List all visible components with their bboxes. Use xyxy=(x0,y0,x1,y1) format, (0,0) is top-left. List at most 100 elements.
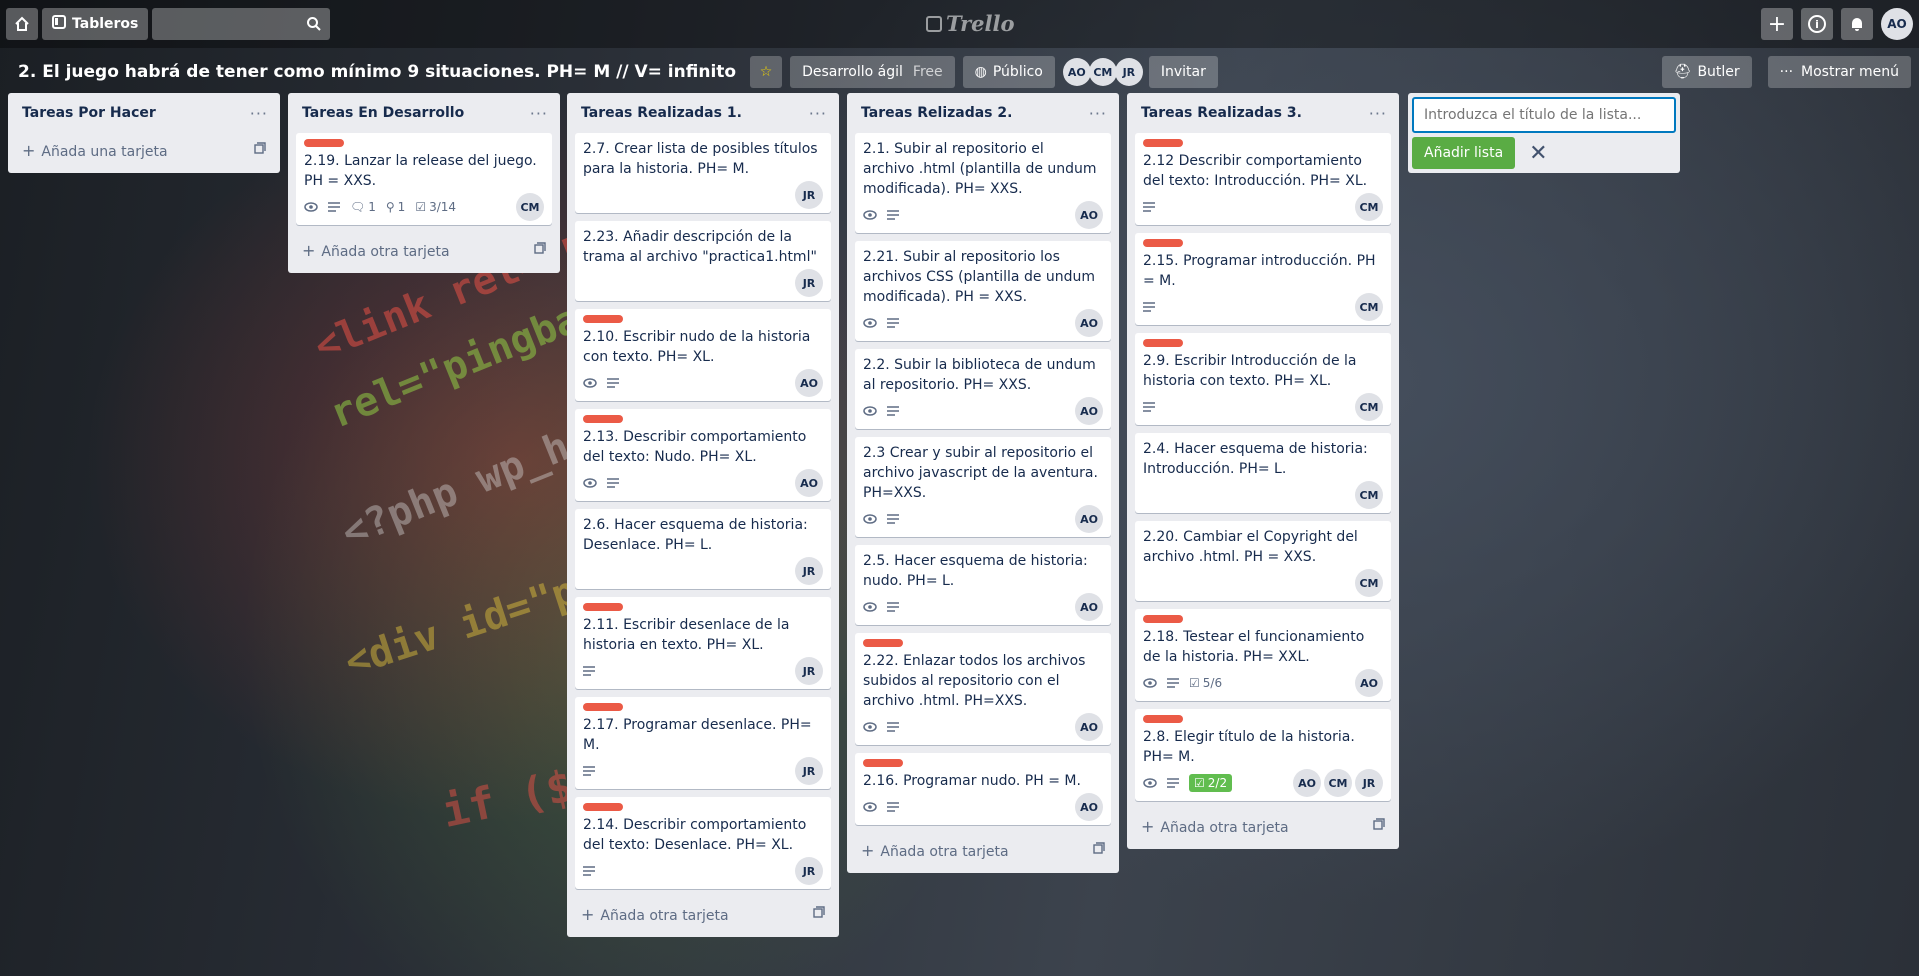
member-avatar[interactable]: JR xyxy=(795,269,823,297)
add-list-button[interactable]: Añadir lista xyxy=(1412,137,1516,169)
member-avatar[interactable]: AO xyxy=(1075,309,1103,337)
trello-logo[interactable]: Trello xyxy=(926,11,1015,36)
member-avatar[interactable]: CM xyxy=(1355,481,1383,509)
member-avatar[interactable]: AO xyxy=(1075,593,1103,621)
member-avatar[interactable]: JR xyxy=(795,557,823,585)
card[interactable]: 2.4. Hacer esquema de historia: Introduc… xyxy=(1135,433,1391,513)
search-input[interactable] xyxy=(152,8,331,40)
add-card-button[interactable]: + Añada una tarjeta xyxy=(16,133,272,167)
team-button[interactable]: Desarrollo ágil Free xyxy=(790,56,955,88)
member-avatar[interactable]: AO xyxy=(1075,793,1103,821)
add-card-button[interactable]: + Añada otra tarjeta xyxy=(855,833,1111,867)
butler-button[interactable]: ⛑ Butler xyxy=(1661,56,1752,88)
card-label[interactable] xyxy=(583,803,623,811)
card[interactable]: 2.13. Describir comportamiento del texto… xyxy=(575,409,831,501)
card[interactable]: 2.19. Lanzar la release del juego. PH = … xyxy=(296,133,552,225)
member-avatar[interactable]: JR xyxy=(795,757,823,785)
card[interactable]: 2.12 Describir comportamiento del texto:… xyxy=(1135,133,1391,225)
add-card-button[interactable]: + Añada otra tarjeta xyxy=(575,897,831,931)
more-icon[interactable]: ··· xyxy=(809,104,827,123)
close-icon[interactable]: ✕ xyxy=(1529,141,1547,166)
template-icon[interactable] xyxy=(1373,818,1385,834)
card-label[interactable] xyxy=(1143,139,1183,147)
member-avatar[interactable]: CM xyxy=(1355,293,1383,321)
home-button[interactable] xyxy=(6,8,38,40)
list-title[interactable]: Tareas Por Hacer xyxy=(22,105,156,121)
card[interactable]: 2.18. Testear el funcionamiento de la hi… xyxy=(1135,609,1391,701)
member-avatar[interactable]: CM xyxy=(1355,569,1383,597)
member-avatar[interactable]: JR xyxy=(795,181,823,209)
card-label[interactable] xyxy=(583,315,623,323)
member-avatar[interactable]: CM xyxy=(1088,58,1117,86)
member-avatar[interactable]: AO xyxy=(1293,769,1321,797)
add-card-button[interactable]: + Añada otra tarjeta xyxy=(296,233,552,267)
card[interactable]: 2.16. Programar nudo. PH = M. AO xyxy=(855,753,1111,825)
member-avatar[interactable]: CM xyxy=(1355,193,1383,221)
card-label[interactable] xyxy=(863,759,903,767)
board-title[interactable]: 2. El juego habrá de tener como mínimo 9… xyxy=(18,62,736,82)
list-title[interactable]: Tareas En Desarrollo xyxy=(302,105,464,121)
card[interactable]: 2.1. Subir al repositorio el archivo .ht… xyxy=(855,133,1111,233)
card-label[interactable] xyxy=(1143,339,1183,347)
invite-button[interactable]: Invitar xyxy=(1148,56,1218,88)
card-label[interactable] xyxy=(583,703,623,711)
card[interactable]: 2.14. Describir comportamiento del texto… xyxy=(575,797,831,889)
member-avatar[interactable]: JR xyxy=(1355,769,1383,797)
more-icon[interactable]: ··· xyxy=(250,104,268,123)
card-label[interactable] xyxy=(304,139,344,147)
member-avatar[interactable]: AO xyxy=(1075,713,1103,741)
star-button[interactable]: ☆ xyxy=(750,56,783,88)
card-label[interactable] xyxy=(1143,715,1183,723)
template-icon[interactable] xyxy=(254,142,266,158)
card[interactable]: 2.9. Escribir Introducción de la histori… xyxy=(1135,333,1391,425)
list-title[interactable]: Tareas Realizadas 3. xyxy=(1141,105,1302,121)
card-label[interactable] xyxy=(583,603,623,611)
card[interactable]: 2.6. Hacer esquema de historia: Desenlac… xyxy=(575,509,831,589)
info-button[interactable]: i xyxy=(1801,8,1833,40)
card[interactable]: 2.17. Programar desenlace. PH= M. JR xyxy=(575,697,831,789)
member-avatar[interactable]: AO xyxy=(795,369,823,397)
member-avatar[interactable]: AO xyxy=(1075,505,1103,533)
more-icon[interactable]: ··· xyxy=(1369,104,1387,123)
template-icon[interactable] xyxy=(1093,842,1105,858)
member-avatar[interactable]: CM xyxy=(1324,769,1352,797)
card[interactable]: 2.11. Escribir desenlace de la historia … xyxy=(575,597,831,689)
member-avatar[interactable]: AO xyxy=(1355,669,1383,697)
card[interactable]: 2.23. Añadir descripción de la trama al … xyxy=(575,221,831,301)
card[interactable]: 2.20. Cambiar el Copyright del archivo .… xyxy=(1135,521,1391,601)
card[interactable]: 2.22. Enlazar todos los archivos subidos… xyxy=(855,633,1111,745)
card[interactable]: 2.3 Crear y subir al repositorio el arch… xyxy=(855,437,1111,537)
show-menu-button[interactable]: ··· Mostrar menú xyxy=(1767,56,1911,88)
card[interactable]: 2.15. Programar introducción. PH = M. CM xyxy=(1135,233,1391,325)
add-card-button[interactable]: + Añada otra tarjeta xyxy=(1135,809,1391,843)
member-avatar[interactable]: CM xyxy=(1355,393,1383,421)
card[interactable]: 2.10. Escribir nudo de la historia con t… xyxy=(575,309,831,401)
member-avatar[interactable]: CM xyxy=(516,193,544,221)
member-avatar[interactable]: AO xyxy=(1075,201,1103,229)
member-avatar[interactable]: JR xyxy=(1114,58,1143,86)
card[interactable]: 2.7. Crear lista de posibles títulos par… xyxy=(575,133,831,213)
member-avatar[interactable]: AO xyxy=(795,469,823,497)
user-avatar[interactable]: AO xyxy=(1881,8,1913,40)
card-label[interactable] xyxy=(863,639,903,647)
card[interactable]: 2.21. Subir al repositorio los archivos … xyxy=(855,241,1111,341)
card-label[interactable] xyxy=(1143,239,1183,247)
card[interactable]: 2.2. Subir la biblioteca de undum al rep… xyxy=(855,349,1111,429)
member-avatar[interactable]: AO xyxy=(1075,397,1103,425)
list-title[interactable]: Tareas Realizadas 1. xyxy=(581,105,742,121)
list-title[interactable]: Tareas Relizadas 2. xyxy=(861,105,1012,121)
card[interactable]: 2.8. Elegir título de la historia. PH= M… xyxy=(1135,709,1391,801)
template-icon[interactable] xyxy=(534,242,546,258)
member-avatar[interactable]: JR xyxy=(795,657,823,685)
card-label[interactable] xyxy=(1143,615,1183,623)
list-title-input[interactable] xyxy=(1412,97,1676,133)
notifications-button[interactable] xyxy=(1841,8,1873,40)
create-button[interactable]: + xyxy=(1761,8,1793,40)
more-icon[interactable]: ··· xyxy=(530,104,548,123)
member-avatar[interactable]: JR xyxy=(795,857,823,885)
card-label[interactable] xyxy=(583,415,623,423)
member-avatar[interactable]: AO xyxy=(1062,58,1091,86)
boards-button[interactable]: Tableros xyxy=(42,8,149,40)
visibility-button[interactable]: ◍ Público xyxy=(962,56,1055,88)
card[interactable]: 2.5. Hacer esquema de historia: nudo. PH… xyxy=(855,545,1111,625)
